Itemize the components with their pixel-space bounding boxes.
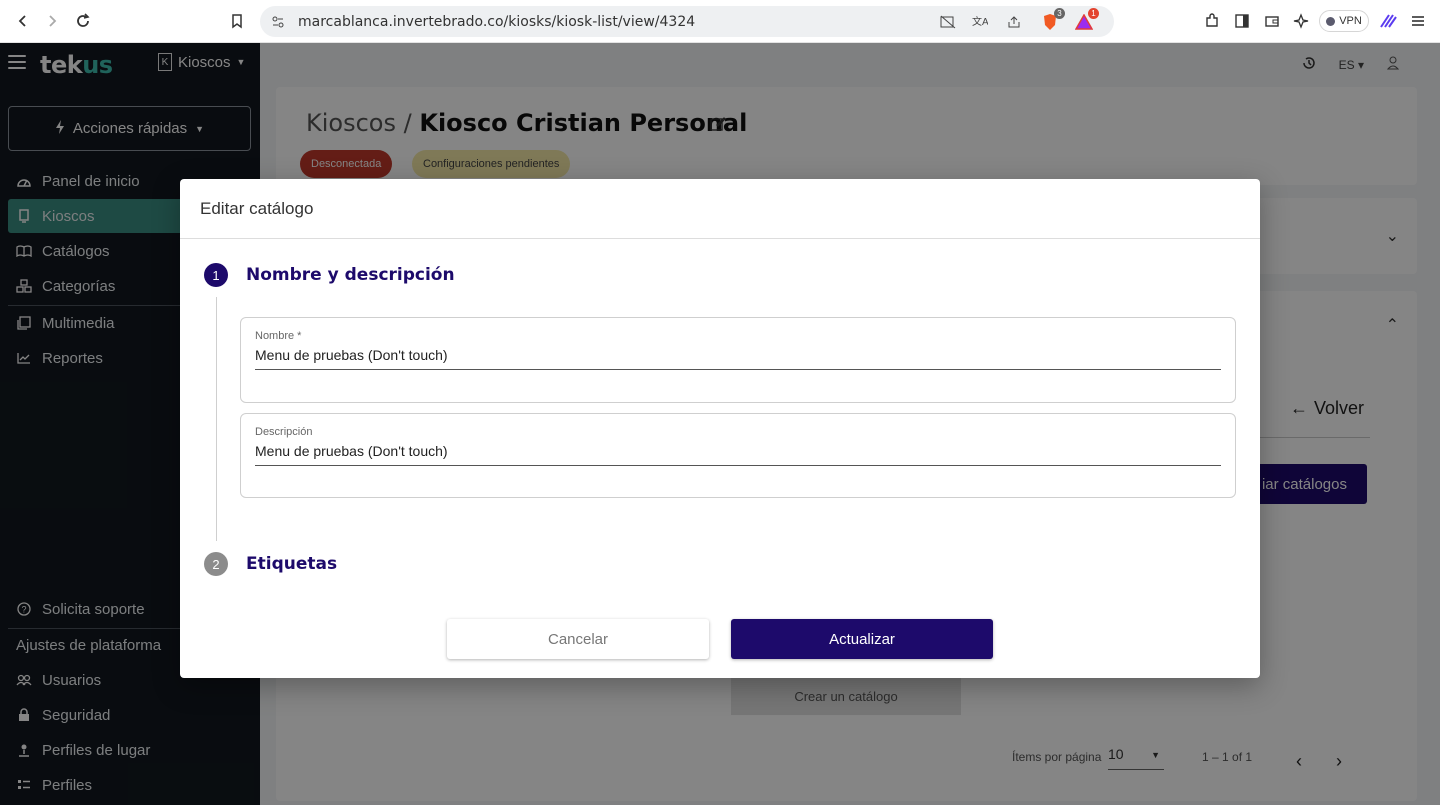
address-bar[interactable]: marcablanca.invertebrado.co/kiosks/kiosk… (260, 6, 1114, 37)
translate-icon[interactable]: 文A (970, 12, 990, 32)
description-input-underline (255, 465, 1221, 466)
name-field-label: Nombre * (255, 330, 302, 342)
brave-shield-icon[interactable]: 3 (1040, 8, 1065, 32)
reload-icon[interactable] (72, 10, 94, 32)
browser-menu-icon[interactable] (1408, 11, 1428, 31)
step-2-label[interactable]: Etiquetas (246, 554, 337, 574)
cancel-button[interactable]: Cancelar (447, 619, 709, 659)
step-2-indicator[interactable]: 2 (204, 552, 228, 576)
alert-badge: 1 (1088, 8, 1099, 19)
step-1-label[interactable]: Nombre y descripción (246, 265, 455, 285)
name-field[interactable]: Nombre * Menu de pruebas (Don't touch) (240, 317, 1236, 403)
edit-catalog-dialog: Editar catálogo 1 Nombre y descripción N… (180, 179, 1260, 678)
description-field[interactable]: Descripción Menu de pruebas (Don't touch… (240, 413, 1236, 498)
forward-icon[interactable] (41, 10, 63, 32)
extensions-icon[interactable] (1202, 11, 1222, 31)
description-input[interactable]: Menu de pruebas (Don't touch) (255, 443, 448, 459)
site-settings-icon[interactable] (268, 12, 288, 32)
share-icon[interactable] (1004, 12, 1024, 32)
dialog-title: Editar catálogo (200, 199, 314, 218)
leo-ai-icon[interactable] (1291, 11, 1311, 31)
vpn-label: VPN (1339, 15, 1362, 27)
vpn-button[interactable]: VPN (1319, 10, 1369, 32)
vpn-status-icon (1326, 16, 1336, 26)
url-text[interactable]: marcablanca.invertebrado.co/kiosks/kiosk… (298, 14, 695, 30)
sidebar-toggle-icon[interactable] (1232, 11, 1252, 31)
step-1-indicator[interactable]: 1 (204, 263, 228, 287)
bookmark-icon[interactable] (226, 10, 248, 32)
brave-rewards-icon[interactable]: 1 (1074, 8, 1099, 32)
camera-off-icon[interactable] (938, 12, 958, 32)
svg-text:文A: 文A (972, 15, 988, 28)
brave-badge: 3 (1054, 8, 1065, 19)
dialog-divider (180, 238, 1260, 239)
name-input[interactable]: Menu de pruebas (Don't touch) (255, 347, 448, 363)
wallet-icon[interactable] (1262, 11, 1282, 31)
speedreader-icon[interactable] (1378, 11, 1398, 31)
stepper-connector (216, 297, 217, 541)
back-icon[interactable] (12, 10, 34, 32)
name-input-underline (255, 369, 1221, 370)
description-field-label: Descripción (255, 426, 313, 438)
browser-toolbar: marcablanca.invertebrado.co/kiosks/kiosk… (0, 0, 1440, 43)
update-button[interactable]: Actualizar (731, 619, 993, 659)
